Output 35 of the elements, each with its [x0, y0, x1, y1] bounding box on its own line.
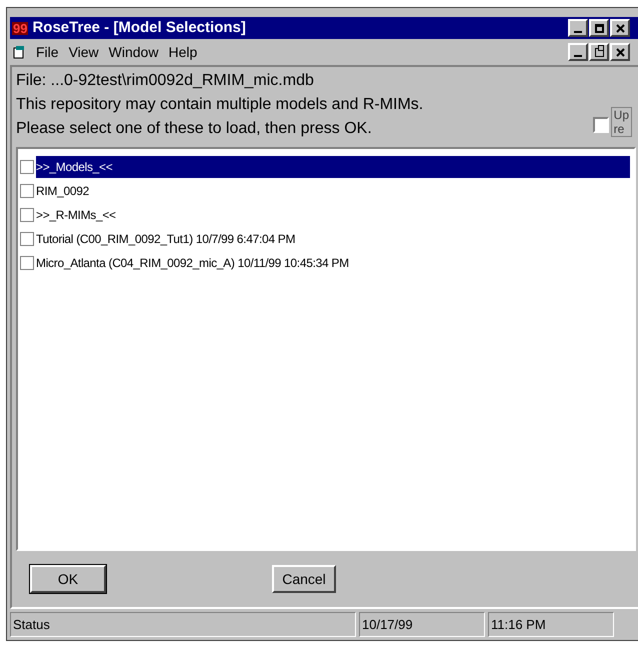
menu-item[interactable]: Window [108, 42, 158, 62]
item-checkbox[interactable] [20, 232, 34, 246]
menu-item[interactable]: Help [168, 42, 198, 62]
window-title: RoseTree - [Model Selections] [32, 18, 246, 38]
list-item[interactable]: RIM_0092 [36, 180, 630, 202]
app-icon: 99 [12, 22, 28, 34]
list-item[interactable]: >>_R-MIMs_<< [36, 204, 630, 226]
maximize-button[interactable] [589, 19, 609, 37]
instruction-text: Please select one of these to load, then press OK. [16, 119, 373, 139]
instruction-text: This repository may contain multiple models and R-MIMs. [16, 95, 424, 115]
document-icon [12, 45, 26, 59]
close-button[interactable] [610, 43, 630, 61]
item-checkbox[interactable] [20, 256, 34, 270]
close-button[interactable] [610, 19, 630, 37]
option-checkbox[interactable] [592, 117, 609, 133]
close-icon [616, 24, 624, 32]
item-checkbox[interactable] [20, 208, 34, 222]
list-item[interactable]: Tutorial (C00_RIM_0092_Tut1) 10/7/99 6:47:04 PM [36, 228, 630, 250]
status-bar-pane: 11:16 PM [488, 612, 614, 637]
list-item[interactable]: Micro_Atlanta (C04_RIM_0092_mic_A) 10/11/99 10:45:34 PM [36, 252, 630, 274]
restore-button[interactable] [589, 43, 609, 61]
status-bar-pane: Status [10, 612, 356, 637]
minimize-button[interactable] [568, 43, 588, 61]
ok-button[interactable]: OK [30, 565, 106, 593]
cancel-button[interactable]: Cancel [272, 565, 336, 593]
option-label: Up re [610, 107, 632, 137]
menu-item[interactable]: File [36, 42, 59, 62]
close-icon [616, 48, 624, 56]
item-checkbox[interactable] [20, 160, 34, 174]
file-path-text: File: ...0-92test\rim0092d_RMIM_mic.mdb [16, 71, 315, 91]
minimize-button[interactable] [568, 19, 588, 37]
item-checkbox[interactable] [20, 184, 34, 198]
list-item[interactable]: >>_Models_<< [36, 156, 630, 178]
status-bar-pane: 10/17/99 [359, 612, 485, 637]
menu-item[interactable]: View [68, 42, 99, 62]
